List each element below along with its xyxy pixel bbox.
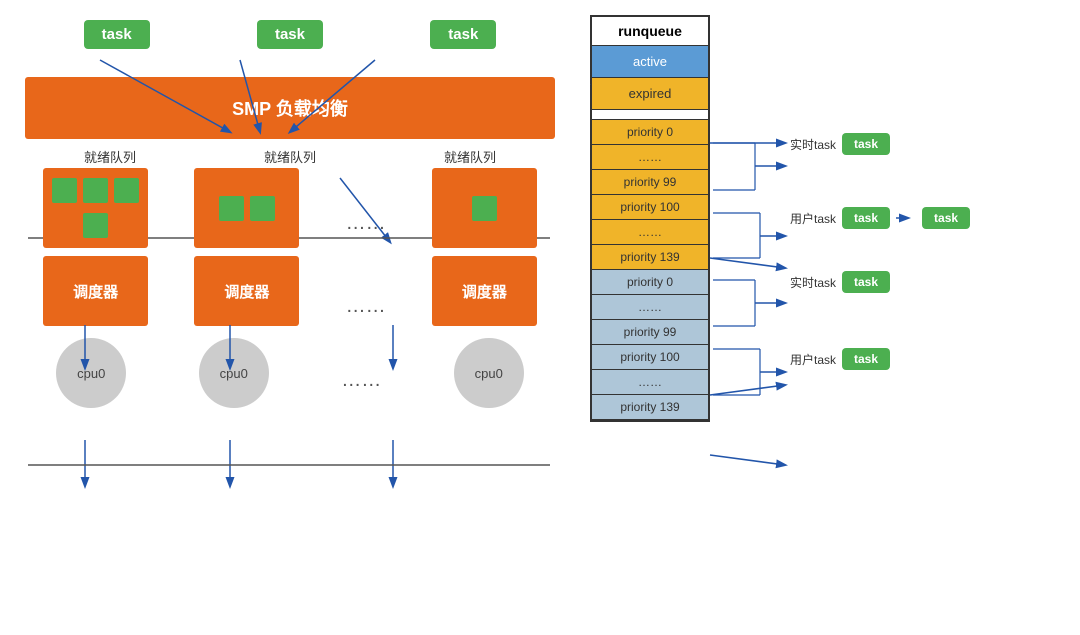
- rq-active-dots: ……: [592, 145, 708, 170]
- mini-task: [52, 178, 77, 203]
- queue-label-2: 就绪队列: [264, 147, 316, 166]
- expired-realtime-task: task: [842, 271, 890, 293]
- main-diagram: task task task SMP 负载均衡 就绪队列 就绪队列 就绪队列 …: [0, 0, 1080, 625]
- queue-label-1: 就绪队列: [84, 147, 136, 166]
- schedulers-container: 调度器 调度器 …… 调度器: [10, 256, 570, 326]
- user-task-label-1: 用户task: [790, 210, 836, 227]
- realtime-task-label-1: 实时task: [790, 136, 836, 153]
- scheduler-box-1: 调度器: [43, 256, 148, 326]
- right-panel: runqueue active expired priority 0 …… pr…: [570, 10, 1070, 615]
- rq-expired-dots: ……: [592, 295, 708, 320]
- rq-active-p100: priority 100: [592, 195, 708, 220]
- dots-middle: ……: [346, 168, 386, 248]
- task-box-3: task: [430, 20, 496, 49]
- rq-active-p99: priority 99: [592, 170, 708, 195]
- queue-labels-row: 就绪队列 就绪队列 就绪队列: [10, 139, 570, 166]
- rq-expired-p99: priority 99: [592, 320, 708, 345]
- queue-box-2: [194, 168, 299, 248]
- queue-label-3: 就绪队列: [444, 147, 496, 166]
- expired-user-task: task: [842, 348, 890, 370]
- mini-task: [219, 196, 244, 221]
- rq-expired-label: expired: [592, 78, 708, 110]
- rq-active-label: active: [592, 46, 708, 78]
- rq-active-dots2: ……: [592, 220, 708, 245]
- cpu-circle-1: cpu0: [56, 338, 126, 408]
- queues-container: ……: [10, 168, 570, 248]
- smp-bar: SMP 负载均衡: [25, 77, 555, 139]
- queue-box-3: [432, 168, 537, 248]
- mini-task: [250, 196, 275, 221]
- active-user-task-2: task: [922, 207, 970, 229]
- realtime-task-label-2: 实时task: [790, 274, 836, 291]
- cpu-circle-2: cpu0: [199, 338, 269, 408]
- user-task-label-2: 用户task: [790, 351, 836, 368]
- cpu-dots: ……: [341, 338, 381, 408]
- queue-box-1: [43, 168, 148, 248]
- scheduler-box-2: 调度器: [194, 256, 299, 326]
- rq-expired-p139: priority 139: [592, 395, 708, 420]
- rq-active-p0: priority 0: [592, 120, 708, 145]
- active-realtime-task: task: [842, 133, 890, 155]
- runqueue-header: runqueue: [592, 17, 708, 46]
- mini-task: [472, 196, 497, 221]
- cpu-circle-3: cpu0: [454, 338, 524, 408]
- right-task-column: 实时task task 用户task task task 实时task task: [790, 15, 970, 370]
- rq-spacer-1: [592, 110, 708, 120]
- task-box-1: task: [84, 20, 150, 49]
- scheduler-dots: ……: [346, 256, 386, 326]
- rq-expired-p100: priority 100: [592, 345, 708, 370]
- runqueue-column: runqueue active expired priority 0 …… pr…: [590, 15, 710, 422]
- top-tasks-row: task task task: [10, 10, 570, 49]
- mini-task: [83, 178, 108, 203]
- left-panel: task task task SMP 负载均衡 就绪队列 就绪队列 就绪队列 …: [10, 10, 570, 615]
- rq-expired-p0: priority 0: [592, 270, 708, 295]
- task-arrow-connector: [896, 208, 916, 228]
- active-user-task-1: task: [842, 207, 890, 229]
- rq-active-p139: priority 139: [592, 245, 708, 270]
- scheduler-box-3: 调度器: [432, 256, 537, 326]
- cpus-container: cpu0 cpu0 …… cpu0: [10, 338, 570, 408]
- mini-task: [83, 213, 108, 238]
- task-box-2: task: [257, 20, 323, 49]
- mini-task: [114, 178, 139, 203]
- rq-expired-dots2: ……: [592, 370, 708, 395]
